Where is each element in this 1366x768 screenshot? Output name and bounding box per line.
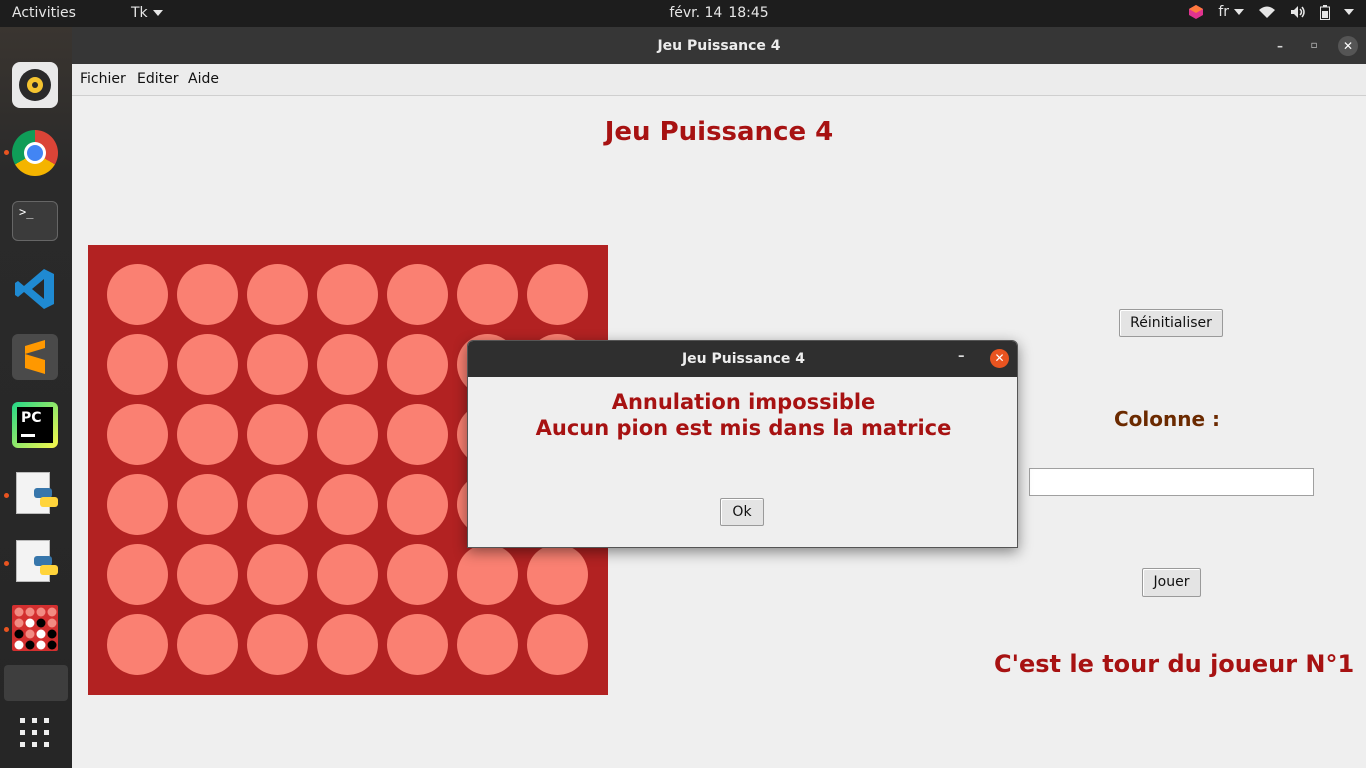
board-cell[interactable] [247,474,308,535]
window-title: Jeu Puissance 4 [657,38,781,54]
board-cell[interactable] [387,404,448,465]
system-menu-chevron-icon[interactable] [1344,9,1354,15]
python-file-icon[interactable] [12,470,58,516]
menu-fichier[interactable]: Fichier [80,71,126,87]
running-indicator [4,493,9,498]
board-cell[interactable] [247,614,308,675]
board-cell[interactable] [177,404,238,465]
dock-separator-highlight [4,665,68,701]
board-cell[interactable] [177,544,238,605]
board-cell[interactable] [457,544,518,605]
board-cell[interactable] [527,614,588,675]
turn-status: C'est le tour du joueur N°1 [994,650,1355,678]
board-cell[interactable] [247,544,308,605]
running-indicator [4,150,9,155]
clock-date: févr. 14 [669,5,723,21]
pycharm-icon[interactable]: PC [12,402,58,448]
column-input[interactable] [1029,468,1314,496]
dialog-message-line1: Annulation impossible [611,390,876,414]
clock[interactable]: févr. 14 18:45 [0,5,1366,21]
minimize-icon[interactable]: – [958,349,965,364]
board-cell[interactable] [457,614,518,675]
clock-time: 18:45 [728,5,769,21]
board-cell[interactable] [387,544,448,605]
board-cell[interactable] [317,404,378,465]
board-cell[interactable] [317,544,378,605]
system-tray[interactable]: fr [1188,4,1354,20]
sublime-text-icon[interactable] [12,334,58,380]
column-label: Colonne : [1114,407,1221,431]
close-icon[interactable]: ✕ [990,349,1009,368]
board-cell[interactable] [247,404,308,465]
board-cell[interactable] [247,334,308,395]
vscode-icon[interactable] [12,266,58,312]
language-selector[interactable]: fr [1218,4,1244,20]
close-icon[interactable]: ✕ [1338,36,1358,56]
wifi-icon [1259,6,1275,18]
rhythmbox-icon[interactable] [12,62,58,108]
board-cell[interactable] [107,474,168,535]
board-cell[interactable] [317,334,378,395]
menu-aide[interactable]: Aide [188,71,219,87]
board-cell[interactable] [387,614,448,675]
board-cell[interactable] [107,264,168,325]
running-indicator [4,561,9,566]
language-label: fr [1218,4,1229,20]
chevron-down-icon [1234,9,1244,15]
menu-bar: Fichier Editer Aide [72,64,1366,96]
dialog-title: Jeu Puissance 4 [681,351,806,367]
board-cell[interactable] [177,474,238,535]
dialog-titlebar[interactable]: Jeu Puissance 4 – ✕ [468,341,1017,377]
board-cell[interactable] [177,334,238,395]
board-cell[interactable] [177,614,238,675]
dock: >_ PC [0,27,72,768]
board-cell[interactable] [387,474,448,535]
board-cell[interactable] [387,334,448,395]
message-dialog: Jeu Puissance 4 – ✕ Annulation impossibl… [467,340,1018,548]
maximize-icon[interactable]: ▫ [1304,36,1324,56]
dialog-message: Annulation impossible Aucun pion est mis… [468,389,1017,441]
reset-button[interactable]: Réinitialiser [1119,309,1223,337]
board-cell[interactable] [177,264,238,325]
menu-editer[interactable]: Editer [137,71,178,87]
puissance4-app-icon[interactable] [12,605,58,651]
board-cell[interactable] [107,404,168,465]
board-cell[interactable] [247,264,308,325]
board-cell[interactable] [107,334,168,395]
top-bar: Activities Tk févr. 14 18:45 fr [0,0,1366,27]
color-picker-icon[interactable] [1188,4,1204,20]
game-title: Jeu Puissance 4 [604,117,834,147]
board-cell[interactable] [527,264,588,325]
volume-icon [1291,6,1305,18]
board-cell[interactable] [107,544,168,605]
python-file-icon[interactable] [12,538,58,584]
board-cell[interactable] [527,544,588,605]
board-cell[interactable] [317,474,378,535]
board-cell[interactable] [107,614,168,675]
play-button[interactable]: Jouer [1142,568,1201,597]
board-cell[interactable] [317,264,378,325]
board-cell[interactable] [317,614,378,675]
terminal-icon[interactable]: >_ [12,201,58,241]
battery-icon [1320,4,1330,20]
show-apps-icon[interactable] [12,710,58,756]
window-titlebar[interactable]: Jeu Puissance 4 – ▫ ✕ [72,27,1366,64]
ok-button[interactable]: Ok [720,498,764,526]
board-cell[interactable] [387,264,448,325]
dialog-message-line2: Aucun pion est mis dans la matrice [535,416,952,440]
minimize-icon[interactable]: – [1270,36,1290,56]
running-indicator [4,627,9,632]
chrome-icon[interactable] [12,130,58,176]
board-cell[interactable] [457,264,518,325]
